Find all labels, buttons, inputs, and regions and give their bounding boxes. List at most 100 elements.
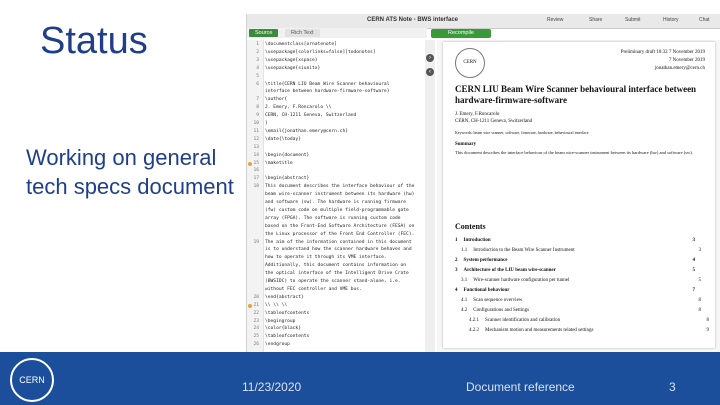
toc-page: 5	[698, 278, 702, 283]
toc-number: 4	[455, 288, 458, 293]
toc-title: Architecture of the LIU beam wire-scanne…	[463, 268, 556, 273]
line-number: 19	[253, 239, 259, 245]
line-code: interface between hardware-firmware-soft…	[265, 89, 390, 95]
editor-tabs: Source Rich Text	[247, 28, 427, 38]
toc-number: 3.1	[461, 278, 468, 283]
toc-page: 7	[692, 288, 696, 293]
line-code: \usepackage{xspace}	[265, 57, 318, 63]
line-number: 7	[256, 97, 259, 103]
toc-page: 8	[698, 298, 702, 303]
pdf-header-email: jonathan.emery@cern.ch	[654, 66, 705, 71]
line-number: 24	[253, 326, 259, 332]
line-number: 13	[253, 144, 259, 150]
footer-date: 11/23/2020	[242, 380, 302, 394]
slide-footer: CERN 11/23/2020 Document reference 3	[0, 352, 720, 405]
line-number: 21	[253, 302, 259, 308]
line-number: 16	[253, 168, 259, 174]
line-code: The aim of the information contained in …	[265, 239, 412, 245]
pdf-authors: J. Emery, F.Roncarolo	[455, 112, 500, 117]
arrow-left-icon[interactable]: ‹	[426, 68, 434, 76]
history-button[interactable]: History	[663, 17, 679, 23]
tab-rich-text[interactable]: Rich Text	[285, 29, 320, 37]
line-code: \author{	[265, 97, 288, 103]
line-code: Additionally, this document contains inf…	[265, 263, 407, 269]
toc-page: 3	[698, 248, 702, 253]
chat-button[interactable]: Chat	[699, 17, 710, 23]
line-code: \usepackage[colorlinks=false][todonotes]	[265, 49, 376, 55]
arrow-right-icon[interactable]: ›	[426, 54, 434, 62]
line-code: \maketitle	[265, 160, 293, 166]
submit-button[interactable]: Submit	[625, 17, 641, 23]
line-code: \tableofcontents	[265, 310, 310, 316]
toc-entry[interactable]: 1 Introduction 3	[455, 238, 695, 243]
line-number: 12	[253, 136, 259, 142]
line-number: 5	[256, 73, 259, 79]
line-code: \begin{abstract}	[265, 176, 310, 182]
toc-entry[interactable]: 4.2 Configurations and Settings 8	[461, 308, 701, 313]
toc-page: 5	[692, 268, 696, 273]
toc-title: Introduction to the Beam Wire Scanner In…	[473, 248, 575, 253]
line-number: 2	[256, 49, 259, 55]
toc-entry[interactable]: 3 Architecture of the LIU beam wire-scann…	[455, 268, 695, 273]
line-number: 26	[253, 342, 259, 348]
line-code: (fw) custom code on multiple field-progr…	[265, 207, 409, 213]
line-code: CERN, CH-1211 Geneva, Switzerland	[265, 113, 357, 119]
toc-number: 4.2	[461, 308, 468, 313]
toc-entry[interactable]: 1.1 Introduction to the Beam Wire Scanner…	[461, 248, 701, 253]
line-code: \usepackage{siunitx}	[265, 65, 321, 71]
line-code: \date{\today}	[265, 136, 301, 142]
slide-number: 3	[669, 380, 676, 394]
line-number: 20	[253, 294, 259, 300]
pane-controls: › ‹	[425, 40, 435, 352]
toc-title: Scanner identification and calibration	[485, 318, 561, 323]
line-number: 1	[256, 42, 259, 47]
line-number: 17	[253, 176, 259, 182]
line-code: without FEC controller and VME bus.	[265, 286, 362, 292]
toc-title: Scan sequence overview	[473, 298, 523, 303]
toc-title: Introduction	[463, 238, 491, 243]
line-number: 9	[256, 113, 259, 119]
line-code: based on the Front-End Software Architec…	[265, 223, 415, 229]
line-code: \tableofcontents	[265, 334, 310, 340]
share-button[interactable]: Share	[589, 17, 602, 23]
line-code: \title{CERN LIU Beam Wire Scanner behavi…	[265, 81, 390, 87]
line-number: 25	[253, 334, 259, 340]
code-editor[interactable]: 1 \documentclass[ornatenote] 2 \usepackage[…	[247, 40, 426, 352]
toc-number: 1.1	[461, 248, 468, 253]
pdf-preview[interactable]: CERN Preliminary draft 10:32 7 November …	[437, 40, 720, 352]
line-code: how to operate it through its VME interf…	[265, 255, 387, 261]
toc-entry[interactable]: 4.2.1 Scanner identification and calibrat…	[469, 318, 709, 323]
cern-logo: CERN	[455, 48, 485, 78]
line-number: 10	[253, 121, 259, 126]
window-title: CERN ATS Note - BWS interface	[367, 17, 459, 23]
toc-page: 8	[698, 308, 702, 313]
toc-page: 8	[706, 318, 710, 323]
line-code: the optical interface of the Intelligent…	[265, 271, 409, 277]
recompile-button[interactable]: Recompile	[431, 29, 491, 38]
cern-logo-footer: CERN	[10, 358, 54, 402]
line-code: is to understand how the scanner hardwar…	[265, 247, 412, 253]
toc-entry[interactable]: 4.1 Scan sequence overview 8	[461, 298, 701, 303]
line-code: array (FPGA). The software is running cu…	[265, 215, 401, 221]
toc-entry[interactable]: 3.1 Wire-scanner hardware configuration p…	[461, 278, 701, 283]
line-number: 3	[256, 57, 259, 63]
pdf-summary-heading: Summary	[455, 142, 477, 147]
toc-entry[interactable]: 4.2.2 Mechanism motion and measurements r…	[469, 328, 709, 333]
toc-title: Mechanism motion and measurements relate…	[485, 328, 594, 333]
slide-title: Status	[40, 20, 148, 62]
pdf-page: CERN Preliminary draft 10:32 7 November …	[443, 42, 715, 348]
toc-entry[interactable]: 4 Functional behaviour 7	[455, 288, 695, 293]
line-code: \email{jonathan.emery@cern.ch}	[265, 128, 348, 134]
line-number: 14	[253, 152, 259, 158]
review-button[interactable]: Review	[547, 17, 563, 23]
app-topbar: CERN ATS Note - BWS interface Review Sha…	[247, 14, 720, 29]
toc-entry[interactable]: 2 System performance 4	[455, 258, 695, 263]
toc-title: Configurations and Settings	[473, 308, 530, 313]
line-code: \end{abstract}	[265, 294, 304, 300]
pdf-contents-heading: Contents	[455, 222, 486, 231]
pdf-header-draft: Preliminary draft 10:32 7 November 2019	[620, 50, 705, 55]
pdf-affiliation: CERN, CH-1211 Geneva, Switzerland	[455, 119, 533, 124]
line-code: \color{black}	[265, 326, 301, 332]
line-code: \begingroup	[265, 318, 296, 324]
tab-source[interactable]: Source	[249, 29, 279, 37]
